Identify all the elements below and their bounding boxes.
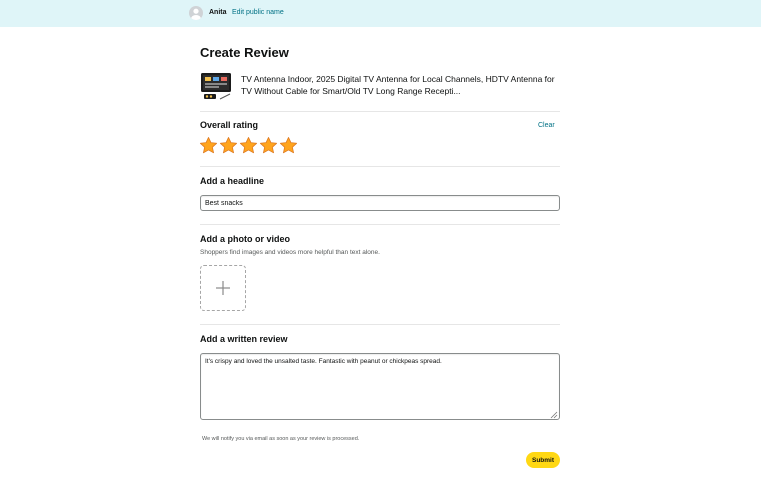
headline-label: Add a headline	[200, 176, 265, 186]
top-bar: Anita Edit public name	[0, 0, 761, 27]
divider	[200, 111, 560, 112]
written-review-label: Add a written review	[200, 334, 288, 344]
star-icon[interactable]	[239, 136, 258, 155]
star-icon[interactable]	[259, 136, 278, 155]
review-textarea[interactable]: It's crispy and loved the unsalted taste…	[200, 353, 560, 420]
star-icon[interactable]	[279, 136, 298, 155]
notify-text: We will notify you via email as soon as …	[202, 436, 360, 442]
photo-video-label: Add a photo or video	[200, 234, 290, 244]
photo-helper-text: Shoppers find images and videos more hel…	[200, 249, 380, 256]
edit-public-name-link[interactable]: Edit public name	[232, 9, 284, 16]
overall-rating-label: Overall rating	[200, 120, 259, 130]
submit-button[interactable]: Submit	[526, 452, 560, 468]
star-icon[interactable]	[199, 136, 218, 155]
headline-input[interactable]	[200, 195, 560, 211]
divider	[200, 324, 560, 325]
star-icon[interactable]	[219, 136, 238, 155]
plus-icon	[216, 281, 230, 295]
divider	[200, 224, 560, 225]
divider	[200, 166, 560, 167]
product-title: TV Antenna Indoor, 2025 Digital TV Anten…	[241, 74, 555, 96]
clear-rating-link[interactable]: Clear	[538, 122, 555, 129]
product-image	[200, 71, 232, 101]
user-name: Anita	[209, 9, 227, 16]
upload-media-button[interactable]	[200, 265, 246, 311]
resize-handle-icon[interactable]	[549, 410, 558, 419]
page-title: Create Review	[200, 45, 289, 60]
user-avatar-icon[interactable]	[189, 6, 203, 20]
star-rating[interactable]	[199, 136, 298, 155]
